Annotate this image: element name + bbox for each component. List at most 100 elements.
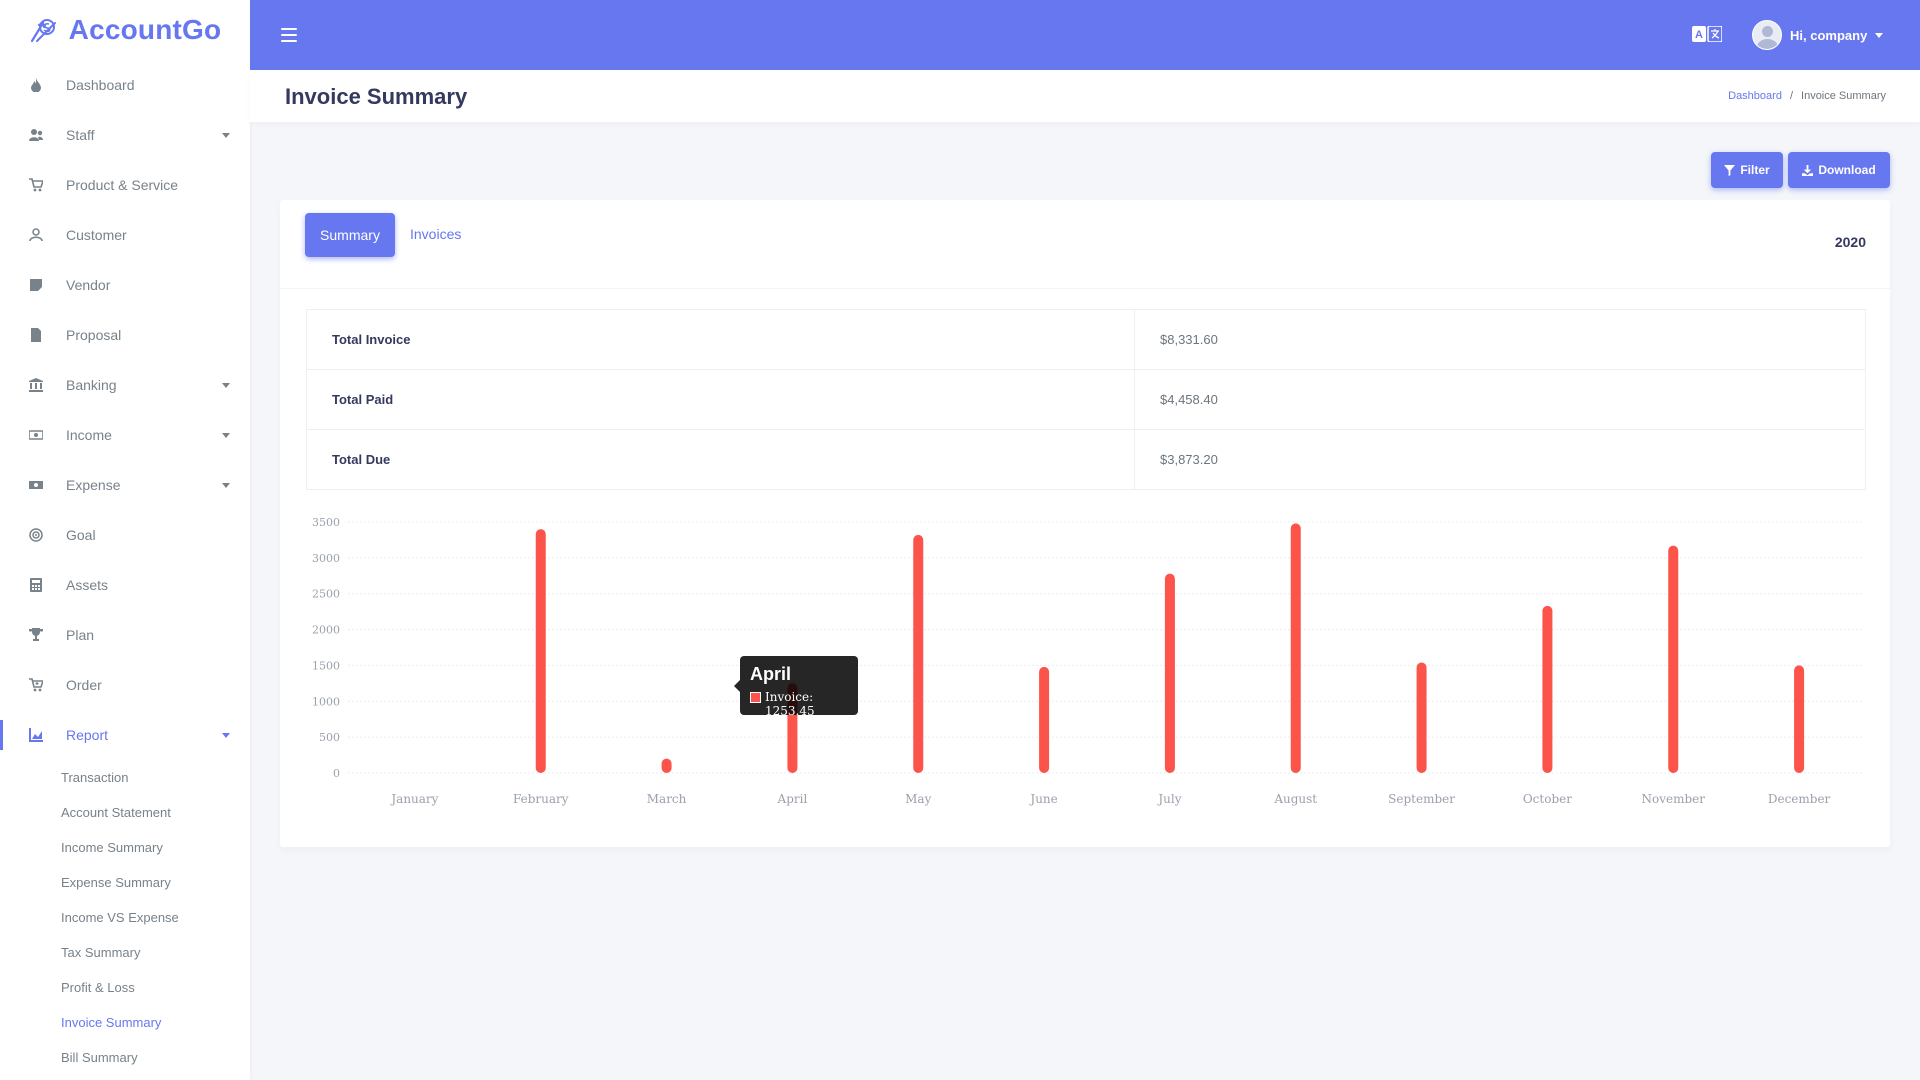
invoice-summary-card: Summary Invoices 2020 Total Invoice $8,3… [280, 200, 1890, 847]
sidebar-item-vendor[interactable]: Vendor [0, 260, 250, 310]
note-icon [26, 278, 46, 292]
tooltip-swatch [750, 692, 761, 703]
total-paid-label: Total Paid [306, 369, 1135, 430]
sidebar-item-staff[interactable]: Staff [0, 110, 250, 160]
table-row: Total Paid $4,458.40 [306, 369, 1866, 430]
chart-tooltip: April Invoice: 1253.45 [734, 656, 858, 718]
submenu-item-expense-summary[interactable]: Expense Summary [0, 865, 250, 900]
brand-logo[interactable]: AccountGo [0, 0, 250, 60]
submenu-item-income-summary[interactable]: Income Summary [0, 830, 250, 865]
fire-icon [26, 78, 46, 92]
sidebar-item-label: Order [66, 677, 102, 693]
sidebar-item-customer[interactable]: Customer [0, 210, 250, 260]
x-tick-label: September [1388, 792, 1455, 806]
x-tick-label: March [647, 792, 687, 806]
total-invoice-value: $8,331.60 [1134, 309, 1866, 370]
caret-down-icon [222, 383, 230, 388]
x-tick-label: July [1156, 792, 1181, 806]
bar-december [1794, 665, 1805, 773]
x-tick-label: February [513, 792, 569, 806]
brand-name: AccountGo [68, 14, 222, 45]
submenu-item-account-statement[interactable]: Account Statement [0, 795, 250, 830]
x-tick-label: December [1768, 792, 1831, 806]
sidebar-item-label: Proposal [66, 327, 122, 343]
filter-label: Filter [1740, 163, 1770, 177]
x-tick-label: May [905, 792, 931, 806]
tab-summary[interactable]: Summary [305, 213, 395, 257]
sidebar-item-order[interactable]: Order [0, 660, 250, 710]
sidebar-item-report[interactable]: Report [0, 710, 250, 760]
chart-area-icon [26, 728, 46, 742]
user-greeting: Hi, company [1790, 27, 1868, 43]
sidebar-item-goal[interactable]: Goal [0, 510, 250, 560]
sidebar-item-proposal[interactable]: Proposal [0, 310, 250, 360]
table-row: Total Due $3,873.20 [306, 429, 1866, 490]
bar-february [535, 529, 546, 773]
submenu-item-tax-summary[interactable]: Tax Summary [0, 935, 250, 970]
y-tick-label: 2500 [312, 588, 340, 601]
page-title: Invoice Summary [285, 84, 468, 109]
bullseye-icon [26, 528, 46, 542]
submenu-item-invoice-summary[interactable]: Invoice Summary [0, 1005, 250, 1040]
bar-october [1542, 605, 1553, 773]
sidebar-item-banking[interactable]: Banking [0, 360, 250, 410]
submenu-item-profit-loss[interactable]: Profit & Loss [0, 970, 250, 1005]
bar-june [1039, 666, 1050, 773]
invoice-bar-chart: 0 500 1000 1500 2000 2500 3000 3500 January Febru… [312, 516, 1862, 806]
tab-invoices[interactable]: Invoices [410, 226, 461, 242]
sidebar-item-label: Assets [66, 577, 109, 593]
bar-september [1416, 662, 1427, 773]
cart-plus-icon [26, 678, 46, 692]
sidebar-item-label: Plan [66, 627, 95, 643]
y-tick-label: 2000 [312, 624, 340, 637]
svg-text:A: A [1695, 29, 1703, 41]
calculator-icon [26, 578, 46, 592]
breadcrumb-separator: / [1789, 90, 1794, 102]
submenu-item-bill-summary[interactable]: Bill Summary [0, 1040, 250, 1075]
sidebar-item-income[interactable]: Income [0, 410, 250, 460]
translate-icon[interactable]: A [1692, 26, 1722, 42]
breadcrumb-current: Invoice Summary [1801, 90, 1886, 102]
x-tick-label: June [1028, 792, 1057, 806]
sidebar-item-label: Banking [66, 377, 117, 393]
sidebar-item-expense[interactable]: Expense [0, 460, 250, 510]
report-submenu: Transaction Account Statement Income Summa… [0, 760, 250, 1075]
y-tick-label: 0 [333, 767, 340, 780]
sidebar-item-label: Dashboard [66, 77, 135, 93]
sidebar-item-label: Income [66, 427, 112, 443]
caret-down-icon [222, 483, 230, 488]
download-icon [1802, 164, 1814, 176]
download-label: Download [1818, 163, 1876, 177]
sidebar-item-product-service[interactable]: Product & Service [0, 160, 250, 210]
breadcrumb-dashboard[interactable]: Dashboard [1728, 90, 1782, 102]
sidebar-item-dashboard[interactable]: Dashboard [0, 60, 250, 110]
avatar [1752, 20, 1782, 50]
caret-down-icon [222, 733, 230, 738]
hamburger-icon[interactable] [281, 28, 297, 42]
logo-icon [30, 19, 56, 43]
file-icon [26, 328, 46, 342]
sidebar-item-plan[interactable]: Plan [0, 610, 250, 660]
x-tick-label: October [1523, 792, 1572, 806]
download-button[interactable]: Download [1788, 152, 1890, 188]
money-bill-icon [26, 478, 46, 492]
x-tick-label: August [1273, 792, 1317, 806]
y-tick-label: 1000 [312, 695, 340, 708]
bar-august [1290, 523, 1301, 773]
y-tick-label: 1500 [312, 659, 340, 672]
sidebar: AccountGo Dashboard Staff Product & Servic… [0, 0, 250, 1080]
tooltip-title: April [750, 664, 792, 684]
filter-button[interactable]: Filter [1711, 152, 1783, 188]
sidebar-item-assets[interactable]: Assets [0, 560, 250, 610]
bar-november [1668, 545, 1679, 773]
y-tick-label: 3000 [312, 552, 340, 565]
user-menu[interactable]: Hi, company [1752, 20, 1884, 50]
y-tick-label: 3500 [312, 516, 340, 529]
sidebar-item-label: Vendor [66, 277, 111, 293]
submenu-item-transaction[interactable]: Transaction [0, 760, 250, 795]
user-icon [26, 228, 46, 242]
total-due-label: Total Due [306, 429, 1135, 490]
users-icon [26, 128, 46, 142]
breadcrumb: Dashboard / Invoice Summary [1728, 90, 1886, 102]
submenu-item-income-vs-expense[interactable]: Income VS Expense [0, 900, 250, 935]
